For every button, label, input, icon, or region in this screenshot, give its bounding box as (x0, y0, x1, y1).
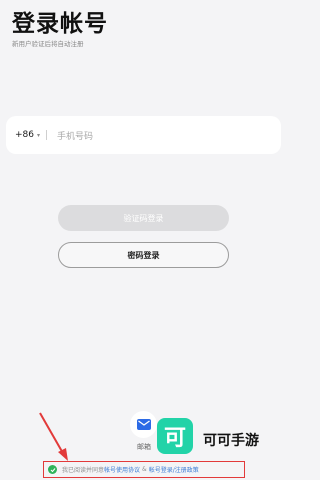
annotation-arrow-icon (39, 412, 68, 461)
agreement-and: & (142, 466, 147, 473)
agreement-prefix: 我已阅读并同意 (62, 467, 105, 474)
login-policy-link[interactable]: 帐号登录/注册政策 (149, 465, 199, 474)
check-icon (50, 467, 55, 472)
agreement-row: 我已阅读并同意 帐号使用协议 & 帐号登录/注册政策 (43, 461, 245, 478)
account-agreement-link[interactable]: 帐号使用协议 (104, 465, 140, 474)
agreement-checkbox[interactable] (48, 465, 57, 474)
